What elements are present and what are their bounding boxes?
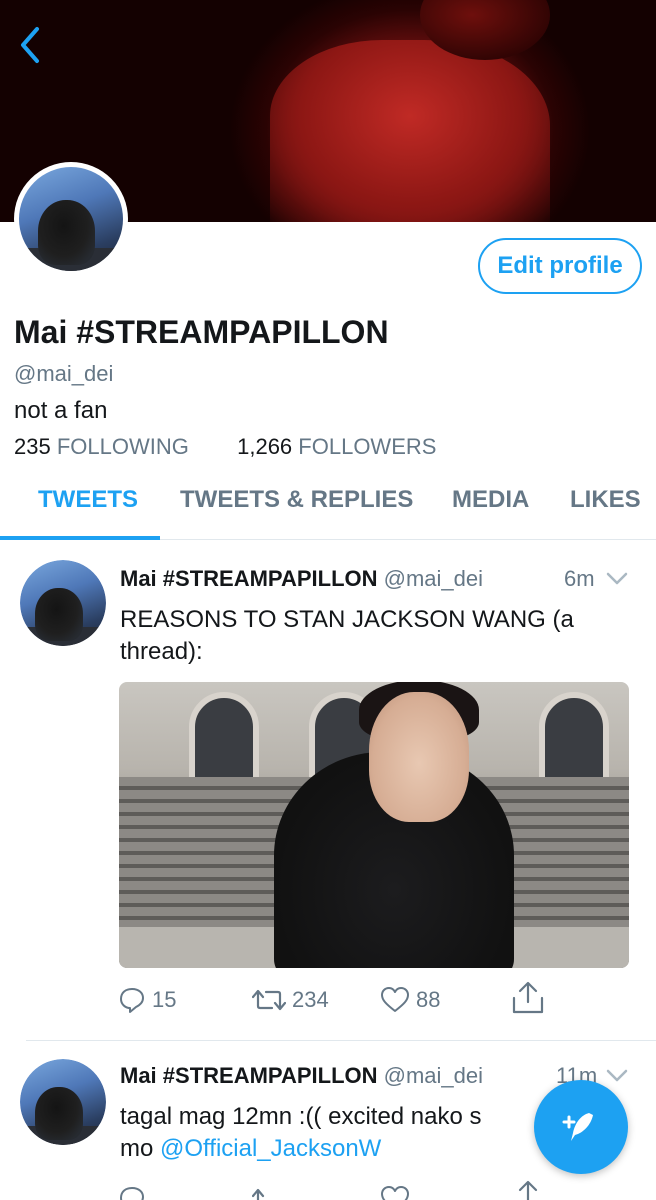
reply-count: 15 [152,987,177,1012]
like-icon [381,987,409,1012]
like-button[interactable] [380,1185,410,1200]
tweet-header: Mai #STREAMPAPILLON @mai_dei [120,566,483,592]
tweet-author-handle: @mai_dei [383,566,484,591]
compose-tweet-icon [562,1113,593,1141]
share-button[interactable] [510,980,546,1016]
reply-icon [120,1187,144,1200]
caret-down-icon[interactable] [606,572,628,586]
followers-count: 1,266 [237,434,293,459]
reply-button[interactable]: 15 [118,986,176,1014]
followers-label: FOLLOWERS [298,434,437,459]
retweet-icon [252,1188,265,1200]
profile-handle: @mai_dei [14,361,114,386]
profile-stats: 235 FOLLOWING 1,266 FOLLOWERS [14,434,436,460]
retweet-icon [252,989,286,1011]
like-icon [381,1186,409,1200]
tweet-text: REASONS TO STAN JACKSON WANG (a thread): [120,606,574,665]
tweet-timestamp: 6m [564,566,595,591]
retweet-button[interactable]: 234 [252,986,329,1014]
tweet-mention-link[interactable]: @Official_JacksonW [160,1135,381,1162]
following-count: 235 [14,434,51,459]
tweet-media-image[interactable] [119,682,629,968]
tweet-actions [118,1180,558,1200]
tweet-author-name[interactable]: Mai #STREAMPAPILLON [120,566,378,591]
profile-tabs: TWEETS TWEETS & REPLIES MEDIA LIKES [0,478,656,540]
back-chevron-icon [21,27,39,63]
tweet[interactable]: Mai #STREAMPAPILLON @mai_dei 6m REASONS … [0,540,656,1040]
profile-name: Mai #STREAMPAPILLON [14,314,389,350]
retweet-count: 234 [292,987,329,1012]
tweet-avatar[interactable] [20,560,106,646]
tweet-author-name[interactable]: Mai #STREAMPAPILLON [120,1063,378,1088]
reply-icon [120,988,144,1013]
followers-link[interactable]: 1,266 FOLLOWERS [237,434,436,459]
share-icon [512,981,544,1014]
share-icon [518,1180,538,1200]
following-label: FOLLOWING [56,434,189,459]
tweet-header: Mai #STREAMPAPILLON @mai_dei [120,1063,483,1089]
tab-likes[interactable]: LIKES [570,486,641,514]
tweet-avatar[interactable] [20,1059,106,1145]
share-button[interactable] [510,1179,546,1200]
back-button[interactable] [12,22,48,68]
reply-button[interactable] [118,1185,146,1200]
banner-figure [270,40,550,222]
caret-down-icon[interactable] [606,1069,628,1083]
tab-media[interactable]: MEDIA [452,486,529,514]
like-button[interactable]: 88 [380,986,440,1014]
edit-profile-button[interactable]: Edit profile [478,238,642,294]
like-count: 88 [416,987,441,1012]
profile-avatar[interactable] [14,162,128,276]
following-link[interactable]: 235 FOLLOWING [14,434,195,459]
retweet-button[interactable] [252,1185,286,1200]
tab-tweets-and-replies[interactable]: TWEETS & REPLIES [180,486,413,514]
tweet-actions: 15 234 88 [118,981,558,1026]
tab-tweets[interactable]: TWEETS [38,486,138,514]
profile-bio: not a fan [14,397,108,424]
tweet-author-handle: @mai_dei [383,1063,484,1088]
compose-tweet-button[interactable] [534,1080,628,1174]
profile-avatar-image [19,167,123,271]
